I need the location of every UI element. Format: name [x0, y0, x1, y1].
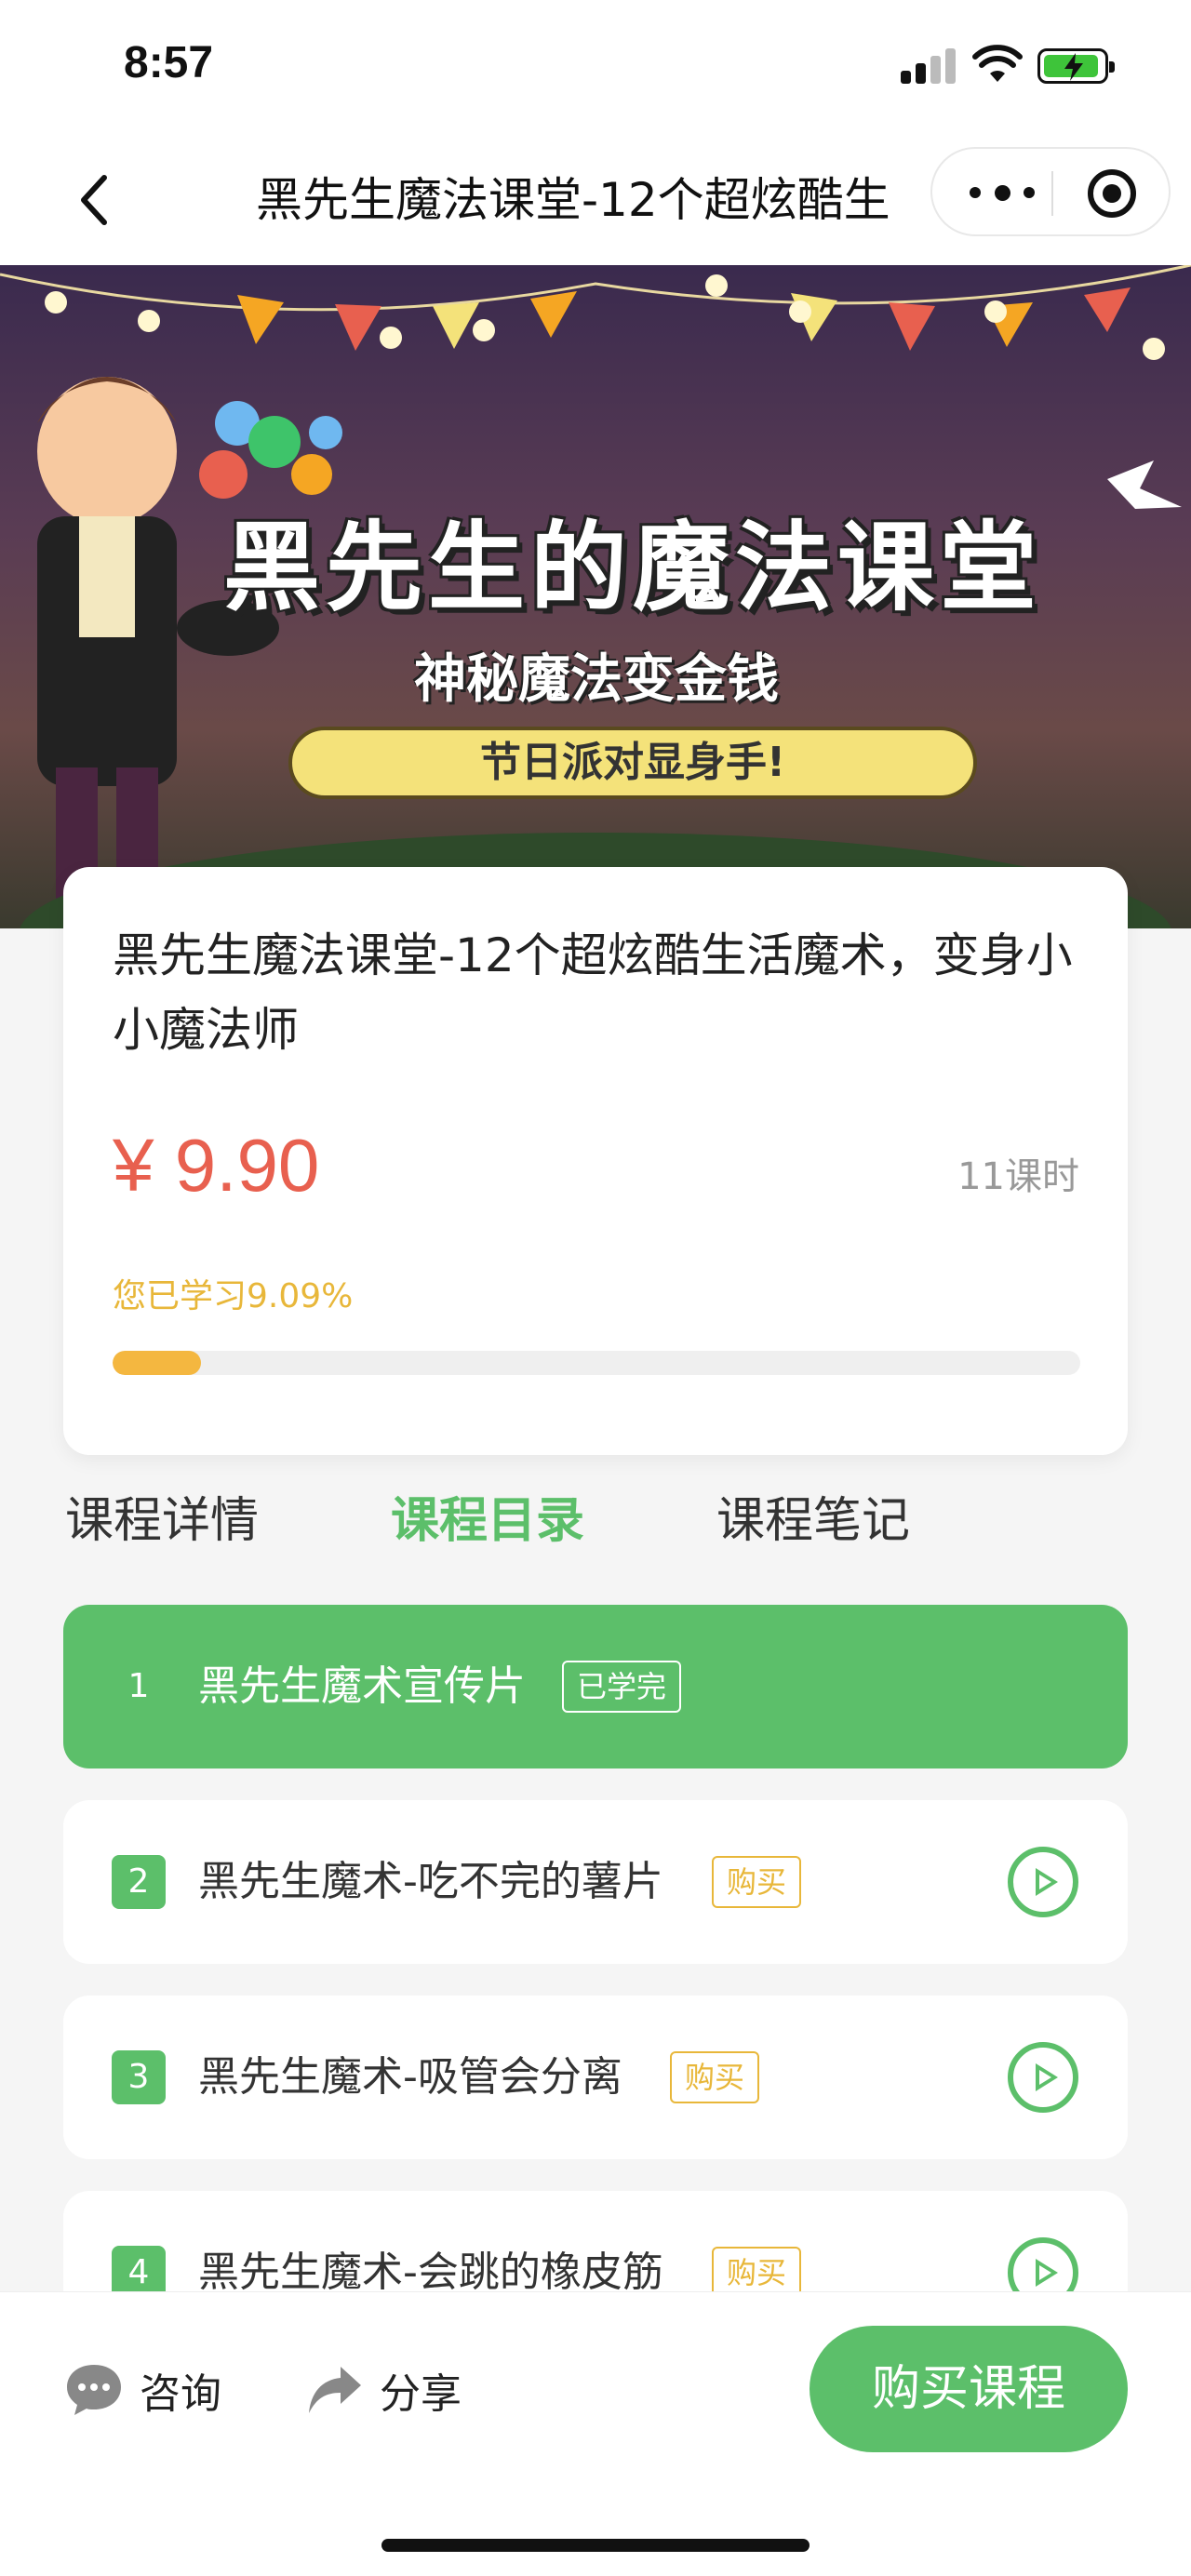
buy-course-button[interactable]: 购买课程 — [810, 2326, 1128, 2452]
lesson-item[interactable]: 2 黑先生魔术-吃不完的薯片 购买 — [63, 1800, 1128, 1964]
share-arrow-icon — [309, 2367, 361, 2413]
tab-course-notes[interactable]: 课程笔记 — [716, 1479, 910, 1563]
capsule-divider — [1051, 171, 1053, 216]
course-title: 黑先生魔法课堂-12个超炫酷生活魔术，变身小小魔法师 — [113, 928, 1073, 1057]
lesson-count: 11课时 — [957, 1155, 1079, 1198]
share-label: 分享 — [380, 2370, 462, 2418]
lesson-item[interactable]: 3 黑先生魔术-吸管会分离 购买 — [63, 1995, 1128, 2159]
course-tabs: 课程详情 课程目录 课程笔记 — [65, 1479, 1126, 1563]
page-title: 黑先生魔法课堂-12个超炫酷生 — [256, 173, 890, 227]
lesson-name: 黑先生魔术-吸管会分离 — [198, 2053, 622, 2101]
progress-text: 您已学习9.09% — [113, 1277, 354, 1315]
course-info-card: 黑先生魔法课堂-12个超炫酷生活魔术，变身小小魔法师 ¥ 9.90 11课时 您… — [63, 867, 1128, 1455]
play-icon[interactable] — [1008, 1847, 1078, 1917]
battery-icon — [1037, 48, 1115, 84]
consult-label: 咨询 — [140, 2370, 221, 2418]
mini-program-capsule — [930, 147, 1171, 236]
lesson-name: 黑先生魔术宣传片 — [198, 1662, 526, 1710]
chevron-left-icon — [81, 175, 107, 225]
status-time: 8:57 — [124, 38, 214, 87]
nav-bar: 黑先生魔法课堂-12个超炫酷生 — [0, 130, 1191, 265]
tab-course-catalog[interactable]: 课程目录 — [391, 1479, 584, 1563]
more-icon[interactable] — [970, 171, 1035, 214]
progress-bar-fill — [113, 1351, 201, 1375]
consult-button[interactable]: 咨询 — [65, 2357, 221, 2423]
lesson-number: 3 — [112, 2050, 166, 2104]
wifi-icon — [972, 45, 1023, 82]
course-banner: 黑先生的魔法课堂 神秘魔法变金钱 节日派对显身手! — [0, 265, 1191, 928]
home-indicator — [381, 2539, 810, 2552]
tab-course-details[interactable]: 课程详情 — [65, 1479, 259, 1563]
buy-badge[interactable]: 购买 — [670, 2051, 760, 2103]
buy-badge[interactable]: 购买 — [712, 1856, 802, 1908]
lesson-item[interactable]: 1 黑先生魔术宣传片 已学完 — [63, 1605, 1128, 1768]
lesson-status-badge: 已学完 — [562, 1661, 682, 1713]
banner-title: 黑先生的魔法课堂 — [223, 511, 1043, 624]
lesson-number: 1 — [127, 1667, 150, 1705]
status-bar: 8:57 — [0, 0, 1191, 130]
lesson-number: 2 — [112, 1855, 166, 1909]
share-button[interactable]: 分享 — [307, 2357, 462, 2423]
bottom-action-bar: 咨询 分享 购买课程 — [0, 2291, 1191, 2576]
play-icon[interactable] — [1008, 2042, 1078, 2113]
banner-tagline: 节日派对显身手! — [288, 727, 977, 799]
close-target-icon[interactable] — [1088, 169, 1136, 218]
progress-bar — [113, 1351, 1080, 1375]
chat-bubble-icon — [67, 2365, 121, 2415]
back-button[interactable] — [65, 167, 121, 233]
cellular-signal-icon — [901, 47, 957, 84]
lesson-name: 黑先生魔术-吃不完的薯片 — [198, 1858, 663, 1905]
banner-subtitle: 神秘魔法变金钱 — [414, 649, 779, 710]
course-price: ¥ 9.90 — [113, 1124, 320, 1207]
